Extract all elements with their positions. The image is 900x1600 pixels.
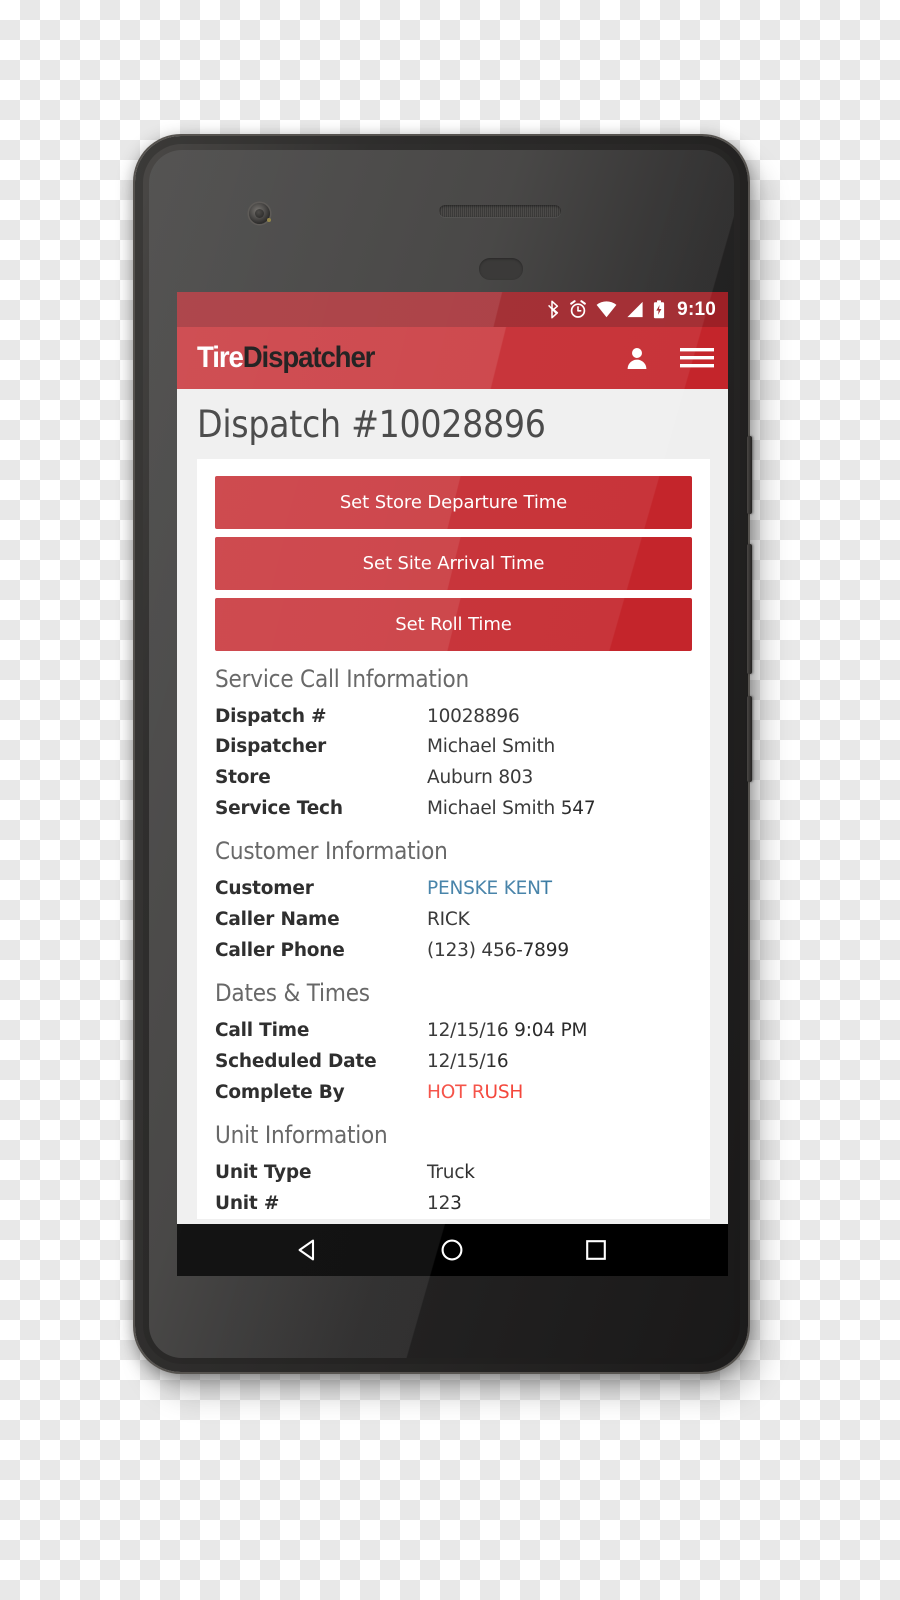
section-heading-service-call: Service Call Information [215, 664, 469, 693]
field-label: Caller Phone [215, 939, 345, 961]
field-label: Call Time [215, 1020, 310, 1042]
field-label: Dispatch # [215, 705, 327, 727]
field-value: Michael Smith 547 [427, 797, 596, 819]
circle-home-icon[interactable] [439, 1237, 465, 1263]
field-value: RICK [427, 909, 470, 931]
set-store-departure-time-button[interactable]: Set Store Departure Time [215, 475, 692, 529]
customer-link[interactable]: PENSKE KENT [427, 875, 552, 904]
battery-charging-icon [654, 300, 665, 319]
bluetooth-icon [548, 300, 559, 319]
light-sensor-icon [267, 218, 271, 222]
field-label: Dispatcher [215, 736, 327, 758]
set-site-arrival-time-button[interactable]: Set Site Arrival Time [215, 536, 692, 590]
field-row-unit-type: Unit Type Truck [215, 1159, 692, 1188]
field-value: Auburn 803 [427, 767, 534, 789]
android-navigation-bar [177, 1224, 728, 1276]
set-roll-time-button[interactable]: Set Roll Time [215, 597, 692, 651]
field-row-store: Store Auburn 803 [215, 764, 692, 793]
status-bar-clock: 9:10 [677, 298, 716, 320]
logo-text-dispatcher: Dispatcher [242, 341, 376, 374]
person-icon[interactable] [626, 346, 648, 370]
section-heading-unit: Unit Information [215, 1121, 388, 1150]
field-row-unit-number: Unit # 123 [215, 1190, 692, 1219]
app-logo[interactable]: TireDispatcher [197, 341, 376, 374]
android-status-bar: 9:10 [177, 292, 728, 327]
page-content: Dispatch #10028896 Set Store Departure T… [177, 389, 728, 1224]
field-value: Truck [427, 1162, 475, 1184]
page-title: Dispatch #10028896 [197, 403, 546, 446]
hamburger-menu-icon[interactable] [680, 346, 714, 370]
button-label: Set Store Departure Time [339, 491, 568, 513]
section-heading-dates-times: Dates & Times [215, 979, 370, 1008]
button-label: Set Roll Time [395, 613, 512, 635]
field-row-call-time: Call Time 12/15/16 9:04 PM [215, 1017, 692, 1046]
phone-device-frame: 9:10 TireDispatcher Dispatch #10028896 S… [135, 136, 752, 1372]
button-label: Set Site Arrival Time [362, 552, 545, 574]
field-value: Michael Smith [427, 736, 556, 758]
status-bar-icons: 9:10 [547, 299, 716, 321]
field-row-complete-by: Complete By HOT RUSH [215, 1079, 692, 1108]
wifi-icon [596, 301, 617, 318]
square-recents-icon[interactable] [583, 1237, 609, 1263]
field-row-dispatcher: Dispatcher Michael Smith [215, 733, 692, 762]
logo-text-tire: Tire [197, 341, 244, 374]
dispatch-detail-card: Set Store Departure Time Set Site Arriva… [197, 458, 710, 1219]
field-row-caller-name: Caller Name RICK [215, 906, 692, 935]
phone-screen: 9:10 TireDispatcher Dispatch #10028896 S… [177, 292, 728, 1276]
field-value: 12/15/16 [427, 1051, 509, 1073]
cell-signal-icon [627, 301, 643, 318]
status-badge-hot-rush: HOT RUSH [427, 1081, 524, 1103]
field-label: Customer [215, 878, 314, 900]
triangle-back-icon[interactable] [296, 1237, 322, 1263]
field-label: Unit # [215, 1193, 280, 1215]
field-row-caller-phone: Caller Phone (123) 456-7899 [215, 937, 692, 966]
phone-face: 9:10 TireDispatcher Dispatch #10028896 S… [149, 150, 734, 1358]
volume-down-button[interactable] [747, 696, 752, 782]
field-label: Unit Type [215, 1162, 312, 1184]
field-row-service-tech: Service Tech Michael Smith 547 [215, 795, 692, 824]
field-label: Scheduled Date [215, 1051, 377, 1073]
field-label: Service Tech [215, 797, 343, 819]
field-value: 10028896 [427, 705, 520, 727]
field-label: Caller Name [215, 909, 340, 931]
field-label: Complete By [215, 1081, 345, 1103]
alarm-icon [570, 300, 587, 318]
app-header-bar: TireDispatcher [177, 327, 728, 389]
field-value: (123) 456-7899 [427, 939, 569, 961]
volume-up-button[interactable] [747, 544, 752, 674]
earpiece-speaker [439, 205, 561, 217]
field-value: 12/15/16 9:04 PM [427, 1020, 588, 1042]
field-row-dispatch-number: Dispatch # 10028896 [215, 703, 692, 732]
section-heading-customer: Customer Information [215, 837, 448, 866]
proximity-sensor [479, 258, 523, 280]
power-button[interactable] [747, 436, 752, 514]
field-row-customer: Customer PENSKE KENT [215, 875, 692, 904]
field-value: 123 [427, 1193, 462, 1215]
field-row-scheduled-date: Scheduled Date 12/15/16 [215, 1048, 692, 1077]
field-label: Store [215, 767, 271, 789]
app-header-actions [626, 346, 714, 370]
